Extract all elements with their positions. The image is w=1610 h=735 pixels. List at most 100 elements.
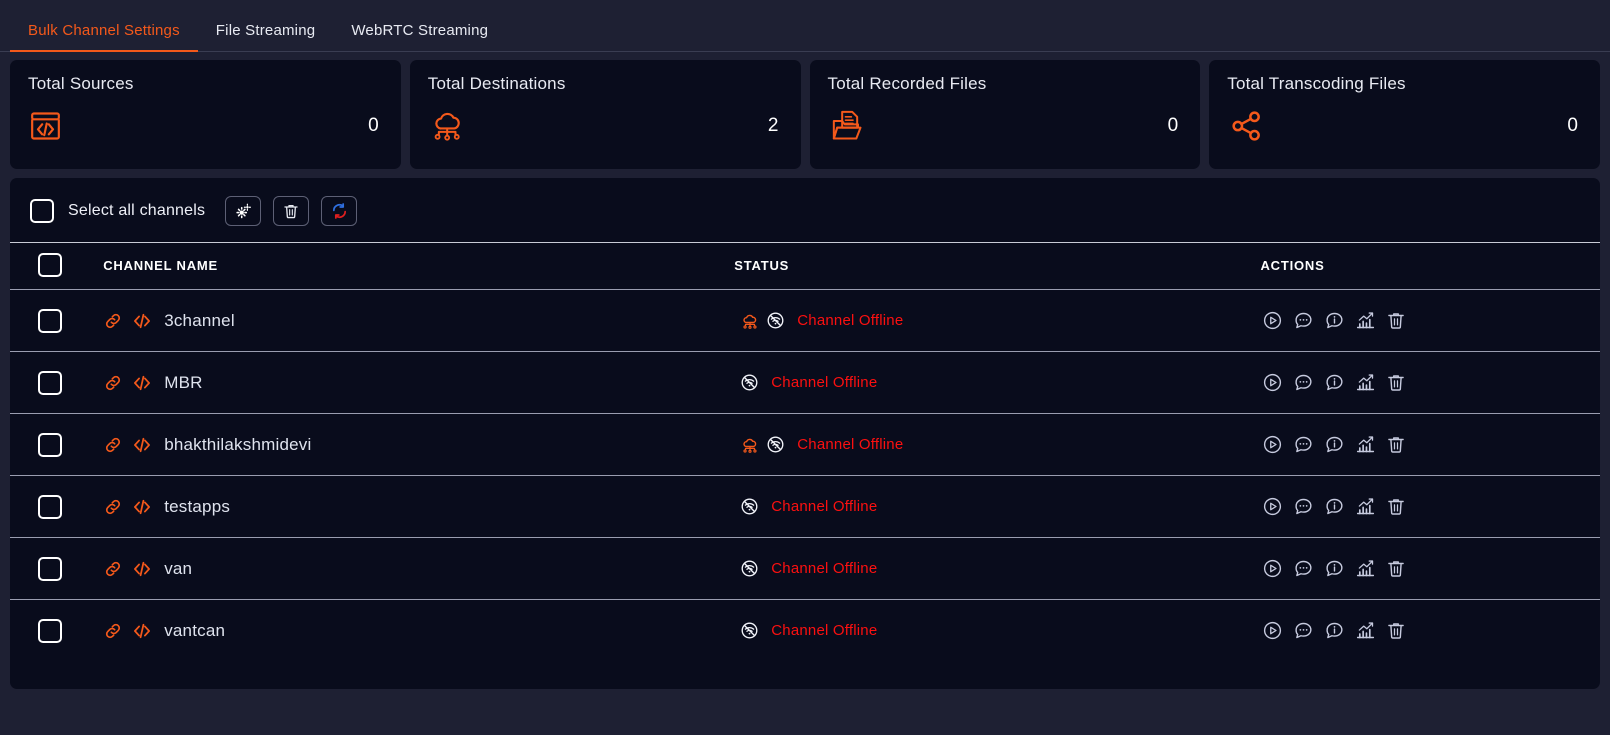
channel-embed-code-button[interactable] [132,311,152,331]
tab-file-streaming[interactable]: File Streaming [198,22,334,51]
status-badge: Channel Offline [771,560,878,577]
row-actions-cell [1260,537,1600,600]
delete-button[interactable] [1386,310,1406,331]
folder-document-icon [832,110,861,140]
trash-icon [1388,499,1405,515]
info-button[interactable] [1324,310,1345,331]
link-icon [106,375,121,390]
analytics-button[interactable] [1355,558,1376,579]
bar-chart-icon [1357,498,1375,515]
delete-button[interactable] [1386,434,1406,455]
play-button[interactable] [1262,372,1283,393]
status-badge: Channel Offline [771,498,878,515]
play-button[interactable] [1262,496,1283,517]
trash-icon [1388,561,1405,577]
info-button[interactable] [1324,558,1345,579]
row-status-cell: Channel Offline [734,599,1261,662]
status-badge: Channel Offline [771,622,878,640]
chat-button[interactable] [1293,558,1314,579]
row-checkbox[interactable] [38,370,62,395]
play-circle-icon [1264,497,1282,516]
chat-button[interactable] [1293,372,1314,393]
code-icon [134,437,151,452]
channel-link-button[interactable] [103,435,123,455]
stat-card-total-recorded-files: Total Recorded Files 0 [809,60,1201,169]
channel-link-button[interactable] [103,621,123,641]
chat-button[interactable] [1293,434,1314,455]
channel-link-button[interactable] [103,559,123,579]
row-checkbox[interactable] [38,556,62,581]
info-button[interactable] [1324,434,1345,455]
analytics-button[interactable] [1355,496,1376,517]
channel-embed-code-button[interactable] [132,621,152,641]
wifi-off-icon [741,374,758,391]
channels-panel: Select all channels CHANNEL NAME STATUS … [10,178,1600,689]
analytics-button[interactable] [1355,620,1376,641]
channel-name: testapps [164,496,231,516]
stat-card-title: Total Sources [28,74,134,93]
code-icon [134,499,151,514]
bulk-settings-button[interactable] [225,196,262,226]
row-checkbox[interactable] [38,308,62,333]
row-status-cell: Channel Offline [734,351,1261,414]
stat-card-row: Total Sources 0 Total Destinations 2 Tot… [0,52,1610,169]
stat-card-title: Total Transcoding Files [1227,74,1406,93]
play-button[interactable] [1262,434,1283,455]
chat-button[interactable] [1293,620,1314,641]
refresh-button[interactable] [321,196,358,226]
delete-button[interactable] [1386,620,1406,641]
stat-card-total-destinations: Total Destinations 2 [409,60,801,169]
play-button[interactable] [1262,620,1283,641]
row-actions-cell [1260,351,1600,414]
select-all-channels-checkbox[interactable] [30,199,54,223]
row-name-cell: van [89,537,735,600]
channel-link-button[interactable] [103,311,123,331]
cloud-network-indicator [740,436,760,454]
share-nodes-icon [1232,111,1261,141]
channel-embed-code-button[interactable] [132,373,152,393]
row-actions-cell [1260,413,1600,476]
select-all-channels-label: Select all channels [68,202,206,219]
channel-embed-code-button[interactable] [132,497,152,517]
chat-button[interactable] [1293,310,1314,331]
analytics-button[interactable] [1355,310,1376,331]
tab-bulk-channel-settings[interactable]: Bulk Channel Settings [10,22,198,52]
analytics-button[interactable] [1355,372,1376,393]
channel-embed-code-button[interactable] [132,435,152,455]
info-bubble-icon [1326,560,1344,577]
delete-button[interactable] [1386,496,1406,517]
info-button[interactable] [1324,620,1345,641]
bar-chart-icon [1357,312,1375,329]
channel-link-button[interactable] [103,497,123,517]
offline-indicator [740,559,759,578]
play-button[interactable] [1262,310,1283,331]
cloud-network-icon [743,438,757,453]
link-icon [106,623,121,638]
wifi-off-icon [767,312,784,329]
bulk-delete-button[interactable] [273,196,310,226]
select-all-rows-checkbox[interactable] [38,253,62,277]
tab-webrtc-streaming[interactable]: WebRTC Streaming [333,22,506,51]
row-checkbox[interactable] [38,432,62,457]
stat-card-total-sources: Total Sources 0 [10,60,401,169]
play-circle-icon [1264,622,1282,640]
chat-button[interactable] [1293,496,1314,517]
delete-button[interactable] [1386,558,1406,579]
chat-bubble-icon [1295,560,1313,577]
channel-name: 3channel [164,310,235,330]
analytics-button[interactable] [1355,434,1376,455]
cloud-network-indicator [740,312,760,330]
channel-link-button[interactable] [103,373,123,393]
wifi-off-icon [741,498,758,515]
channel-name: MBR [164,372,203,392]
info-button[interactable] [1324,372,1345,393]
row-name-cell: bhakthilakshmidevi [89,413,735,476]
status-badge: Channel Offline [797,436,904,453]
info-button[interactable] [1324,496,1345,517]
delete-button[interactable] [1386,372,1406,393]
status-badge: Channel Offline [797,312,904,329]
row-checkbox[interactable] [38,494,62,519]
channel-embed-code-button[interactable] [132,559,152,579]
row-checkbox[interactable] [38,618,62,643]
play-button[interactable] [1262,558,1283,579]
